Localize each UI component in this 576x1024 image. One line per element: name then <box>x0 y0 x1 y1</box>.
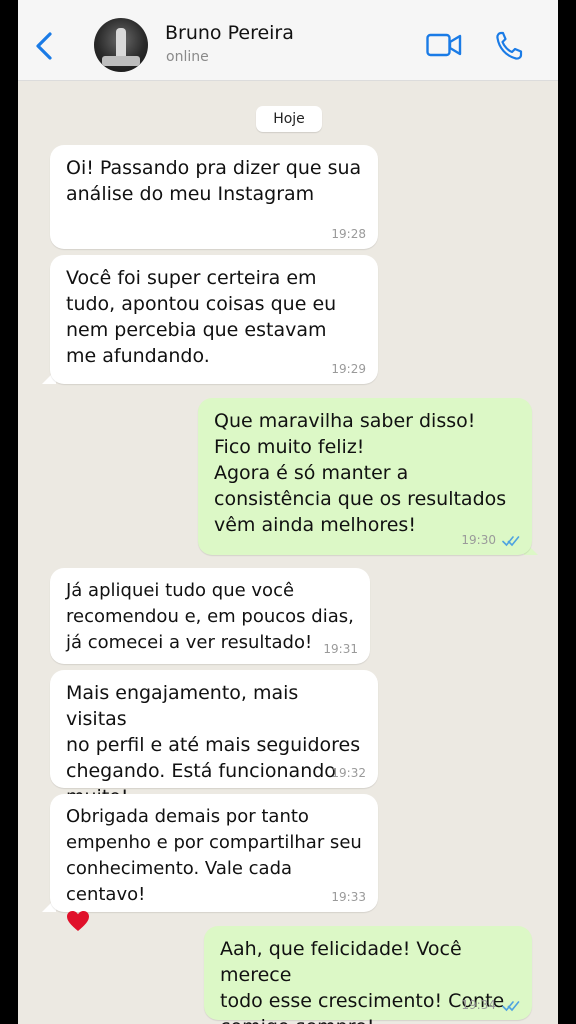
read-receipt-icon <box>502 1001 520 1012</box>
message-bubble-incoming[interactable]: Já apliquei tudo que você recomendou e, … <box>50 568 370 664</box>
contact-status: online <box>166 49 209 65</box>
message-text: Mais engajamento, mais visitas no perfil… <box>66 682 361 808</box>
chat-header: Bruno Pereira online <box>18 0 558 81</box>
message-bubble-incoming[interactable]: Oi! Passando pra dizer que sua análise d… <box>50 145 378 249</box>
date-chip: Hoje <box>256 106 322 132</box>
phone-icon[interactable] <box>494 30 524 62</box>
message-time: 19:33 <box>331 890 366 904</box>
message-time: 19:32 <box>331 766 366 780</box>
message-bubble-outgoing[interactable]: Aah, que felicidade! Você merece todo es… <box>204 926 532 1024</box>
message-time: 19:28 <box>331 227 366 241</box>
message-bubble-incoming[interactable]: Obrigada demais por tanto empenho e por … <box>50 794 378 931</box>
message-text: Obrigada demais por tanto empenho e por … <box>66 806 362 905</box>
avatar[interactable] <box>94 18 148 72</box>
heart-icon <box>67 911 89 931</box>
message-text: Que maravilha saber disso! Fico muito fe… <box>214 410 507 536</box>
chat-screen: Bruno Pereira online Hoje Oi! Passando p… <box>18 0 558 1024</box>
message-bubble-outgoing[interactable]: Que maravilha saber disso! Fico muito fe… <box>198 398 532 555</box>
message-text: Você foi super certeira em tudo, apontou… <box>66 267 337 367</box>
message-time: 19:30 <box>461 533 496 547</box>
message-bubble-incoming[interactable]: Mais engajamento, mais visitas no perfil… <box>50 670 378 808</box>
read-receipt-icon <box>502 536 520 547</box>
message-time: 19:34 <box>461 998 496 1012</box>
message-bubble-incoming[interactable]: Você foi super certeira em tudo, apontou… <box>50 255 378 384</box>
back-chevron-icon[interactable] <box>32 30 56 62</box>
message-time: 19:31 <box>323 642 358 656</box>
contact-name[interactable]: Bruno Pereira <box>165 22 294 44</box>
message-text: Oi! Passando pra dizer que sua análise d… <box>66 157 362 205</box>
message-text: Já apliquei tudo que você recomendou e, … <box>66 580 354 653</box>
video-call-icon[interactable] <box>426 32 462 58</box>
message-time: 19:29 <box>331 362 366 376</box>
